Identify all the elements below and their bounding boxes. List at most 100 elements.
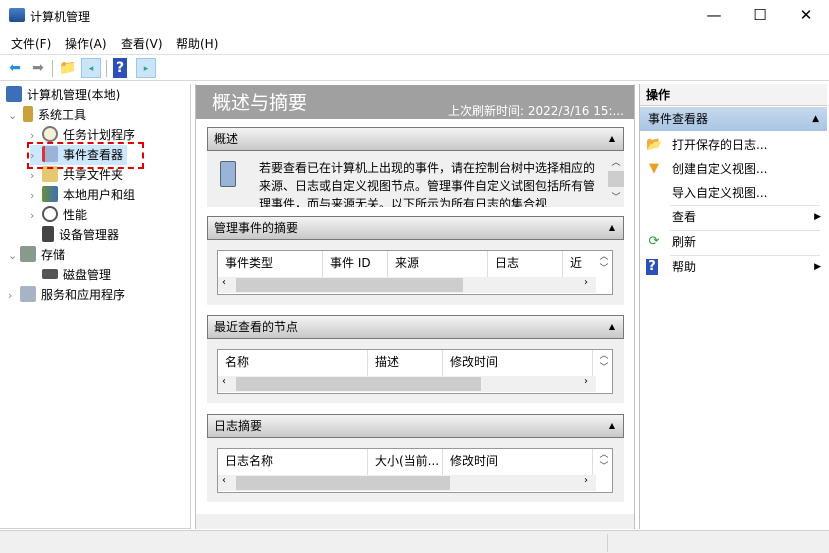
column-header[interactable]: 大小(当前... [368,449,443,475]
minimize-button[interactable]: — [691,0,737,32]
actions-pane: 操作 事件查看器 ▲ 📂 打开保存的日志... ▼ 创建自定义视图... 导入自定义视… [639,84,827,529]
forward-arrow-icon[interactable]: ➡ [28,58,48,78]
action-create-custom-view[interactable]: ▼ 创建自定义视图... [640,157,827,181]
tree-item-system-tools[interactable]: ⌄ 系统工具 [8,105,86,125]
scroll-thumb[interactable] [236,377,481,391]
recent-nodes-section: 最近查看的节点 ▲ 名称 描述 修改时间 ︿ ﹀ ‹ › [207,315,624,403]
vertical-scrollbar[interactable]: ︿ ﹀ [596,449,612,475]
collapse-icon[interactable]: ▲ [609,217,615,239]
scroll-thumb[interactable] [236,278,463,292]
tree-item-disk-management[interactable]: 磁盘管理 [42,265,111,285]
show-hide-action-pane-icon[interactable]: ▸ [136,58,156,78]
main-pane: 概述与摘要 上次刷新时间: 2022/3/16 15:... 概述 ▲ 若要查看已… [195,84,635,529]
chevron-down-icon[interactable]: ⌄ [8,246,20,266]
vertical-scrollbar[interactable]: ︿ ﹀ [596,350,612,376]
actions-header: 操作 [640,84,827,106]
chevron-right-icon[interactable]: › [30,166,42,186]
refresh-time: 上次刷新时间: 2022/3/16 15:... [448,104,624,118]
page-title: 概述与摘要 [212,92,308,114]
collapse-icon[interactable]: ▲ [812,107,819,131]
back-arrow-icon[interactable]: ⬅ [5,58,25,78]
services-apps-icon [20,286,36,302]
events-table: 事件类型 事件 ID 来源 日志 近 ︿ ﹀ ‹ › [217,250,613,295]
menu-action[interactable]: 操作(A) [65,35,107,52]
help-icon[interactable]: ? [113,58,127,78]
disk-management-icon [42,269,58,279]
toolbar: ⬅ ➡ 📁 ◂ ? ▸ [0,54,829,81]
column-header[interactable]: 事件 ID [323,251,388,277]
status-divider [607,534,608,552]
actions-group-event-viewer[interactable]: 事件查看器 ▲ [640,107,827,131]
action-import-custom-view[interactable]: 导入自定义视图... [640,181,827,205]
collapse-icon[interactable]: ▲ [609,128,615,150]
chevron-down-icon[interactable]: ⌄ [8,106,20,126]
section-header[interactable]: 最近查看的节点 ▲ [207,315,624,339]
maximize-button[interactable]: ☐ [737,0,783,32]
column-header[interactable]: 修改时间 [443,350,593,376]
tree-item-storage[interactable]: ⌄ 存储 [8,245,65,265]
horizontal-scrollbar[interactable]: ‹ › [218,376,596,392]
overview-text: 若要查看已在计算机上出现的事件，请在控制台树中选择相应的来源、日志或自定义视图节… [259,161,596,207]
scroll-thumb[interactable] [236,476,450,490]
admin-events-summary-section: 管理事件的摘要 ▲ 事件类型 事件 ID 来源 日志 近 ︿ ﹀ ‹ › [207,216,624,305]
open-folder-icon: 📂 [646,137,663,152]
local-users-icon [42,186,58,202]
collapse-icon[interactable]: ▲ [609,415,615,437]
section-header[interactable]: 概述 ▲ [207,127,624,151]
chevron-right-icon[interactable]: › [30,186,42,206]
refresh-icon: ⟳ [648,234,660,249]
main-header: 概述与摘要 上次刷新时间: 2022/3/16 15:... [196,85,634,119]
horizontal-scrollbar[interactable]: ‹ › [218,277,596,293]
tree-item-services-apps[interactable]: › 服务和应用程序 [8,285,125,305]
column-header[interactable]: 修改时间 [443,449,593,475]
section-header[interactable]: 管理事件的摘要 ▲ [207,216,624,240]
section-header[interactable]: 日志摘要 ▲ [207,414,624,438]
highlight-annotation [27,142,144,169]
action-open-saved-log[interactable]: 📂 打开保存的日志... [640,133,827,157]
task-scheduler-icon [42,126,58,142]
overview-body: 若要查看已在计算机上出现的事件，请在控制台树中选择相应的来源、日志或自定义视图节… [207,151,624,207]
close-button[interactable]: ✕ [783,0,829,32]
column-header[interactable]: 日志 [488,251,563,277]
show-hide-console-tree-icon[interactable]: ◂ [81,58,101,78]
toolbar-separator [52,60,53,77]
chevron-right-icon[interactable]: › [8,286,20,306]
submenu-arrow-icon: ▶ [814,212,821,222]
chevron-right-icon[interactable]: › [30,206,42,226]
tree-item-local-users[interactable]: › 本地用户和组 [30,185,135,205]
system-tools-icon [23,106,33,122]
column-header[interactable]: 名称 [218,350,368,376]
tree-item-performance[interactable]: › 性能 [30,205,87,225]
log-summary-section: 日志摘要 ▲ 日志名称 大小(当前... 修改时间 ︿ ﹀ ‹ › [207,414,624,502]
menu-help[interactable]: 帮助(H) [176,35,218,52]
vertical-scrollbar[interactable]: ︿ ﹀ [596,251,612,277]
column-header[interactable]: 事件类型 [218,251,323,277]
column-header[interactable]: 近 [563,251,596,277]
recent-nodes-table: 名称 描述 修改时间 ︿ ﹀ ‹ › [217,349,613,394]
action-help[interactable]: ? 帮助 ▶ [640,255,827,279]
tree-item-computer-management[interactable]: 计算机管理(本地) [6,85,120,105]
menu-file[interactable]: 文件(F) [11,35,51,52]
menu-view[interactable]: 查看(V) [121,35,163,52]
column-header[interactable]: 来源 [388,251,488,277]
status-bar [0,530,829,553]
column-header[interactable]: 描述 [368,350,443,376]
collapse-icon[interactable]: ▲ [609,316,615,338]
menu-bar: 文件(F) 操作(A) 查看(V) 帮助(H) [0,32,829,54]
submenu-arrow-icon: ▶ [814,262,821,272]
up-folder-icon[interactable]: 📁 [58,58,78,78]
horizontal-scrollbar[interactable]: ‹ › [218,475,596,491]
tree-item-device-manager[interactable]: 设备管理器 [42,225,119,245]
column-header[interactable]: 日志名称 [218,449,368,475]
computer-management-icon [6,86,22,102]
section-body: 事件类型 事件 ID 来源 日志 近 ︿ ﹀ ‹ › [207,240,624,305]
section-body: 名称 描述 修改时间 ︿ ﹀ ‹ › [207,339,624,403]
filter-icon: ▼ [649,161,659,176]
toolbar-separator [106,60,107,77]
device-manager-icon [42,226,54,242]
app-icon [9,8,25,22]
action-refresh[interactable]: ⟳ 刷新 [640,230,827,254]
vertical-scrollbar[interactable]: ︿ ﹀ [608,151,624,207]
storage-icon [20,246,36,262]
action-view[interactable]: 查看 ▶ [640,205,827,229]
